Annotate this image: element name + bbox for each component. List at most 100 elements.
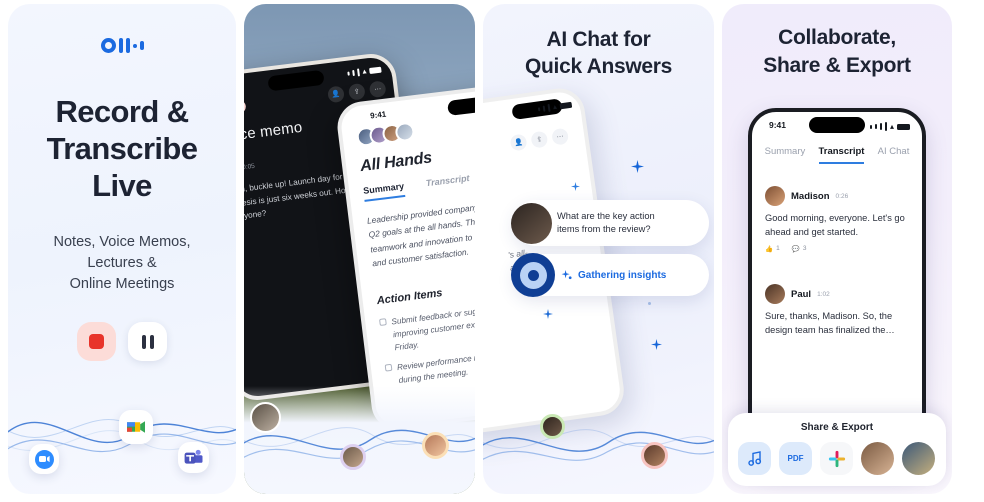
speaker-time: 0:05 xyxy=(244,162,256,172)
like-reaction[interactable]: 👍 1 xyxy=(765,245,780,253)
battery-icon xyxy=(368,66,382,74)
message-header: Madison 0:26 xyxy=(765,186,912,206)
meeting-title: All Hands xyxy=(359,149,433,176)
phone-notch xyxy=(267,69,325,92)
sparkle-icon xyxy=(561,269,572,279)
ai-chat-question-bubble: What are the key action items from the r… xyxy=(511,200,709,246)
tab-transcript[interactable]: Transcript xyxy=(818,146,865,164)
record-button[interactable] xyxy=(77,322,116,361)
page-title: Record & Transcribe Live xyxy=(46,94,198,203)
avatar xyxy=(250,402,281,433)
phone-notch xyxy=(446,94,475,116)
wave-decoration xyxy=(483,429,714,461)
more-icon[interactable]: ⋯ xyxy=(368,80,387,99)
message-text: Sure, thanks, Madison. So, the design te… xyxy=(765,311,895,335)
transcript-message: Paul 1:02 Sure, thanks, Madison. So, the… xyxy=(765,284,912,338)
ai-chat-status-bubble: Gathering insights xyxy=(511,253,709,297)
app-store-screenshot-strip: Record & Transcribe Live Notes, Voice Me… xyxy=(0,0,984,502)
pause-bar-1-icon xyxy=(141,334,146,349)
teams-glyph xyxy=(184,449,203,464)
wifi-icon: ▴ xyxy=(361,66,367,76)
add-person-icon[interactable]: 👤 xyxy=(327,85,345,104)
pause-button[interactable] xyxy=(128,322,167,361)
message-timestamp: 1:02 xyxy=(817,290,830,298)
avatar xyxy=(511,203,552,244)
battery-icon xyxy=(559,101,573,109)
logo-ring xyxy=(100,38,116,53)
tab-summary[interactable]: Summary xyxy=(362,180,406,202)
page-title: AI Chat for Quick Answers xyxy=(524,28,673,79)
speaker-name: Paul xyxy=(791,288,812,300)
share-icon[interactable]: ⇪ xyxy=(347,82,366,101)
sparkle-icon xyxy=(631,160,644,173)
action-item-text: Submit feedback or suggestions for impro… xyxy=(390,302,475,353)
tab-ai-chat[interactable]: AI Chat xyxy=(878,146,910,164)
message-text: Good morning, everyone. Let's go ahead a… xyxy=(765,213,905,237)
speaker-name: Madison xyxy=(791,190,830,202)
more-icon[interactable]: ⋯ xyxy=(551,127,570,146)
google-meet-glyph xyxy=(127,421,145,433)
action-item[interactable]: Submit feedback or suggestions for impro… xyxy=(379,297,475,356)
checkbox-icon[interactable] xyxy=(379,318,387,326)
avatar[interactable] xyxy=(861,442,894,475)
checkbox-icon[interactable] xyxy=(384,363,393,372)
wifi-icon: ▴ xyxy=(889,122,894,131)
pause-bar-2-icon xyxy=(149,334,154,349)
otter-avatar-icon xyxy=(511,253,555,297)
logo-bar-1 xyxy=(118,38,123,53)
comment-reaction[interactable]: 💬 3 xyxy=(792,245,807,253)
like-count: 1 xyxy=(776,245,780,253)
wifi-icon: ▴ xyxy=(552,101,558,112)
summary-text: Leadership provided company updates and … xyxy=(366,196,475,269)
battery-icon xyxy=(897,123,910,130)
recording-timer-badge: 00:14 xyxy=(244,99,247,117)
tab-bar: Summary Transcript AI Chat xyxy=(752,146,922,164)
panel-record-transcribe: Record & Transcribe Live Notes, Voice Me… xyxy=(8,4,236,494)
voice-memo-title: Voice memo xyxy=(244,118,304,146)
logo-bar-2 xyxy=(125,38,130,53)
speaker-row: 0:05 xyxy=(244,159,256,178)
pdf-export-icon[interactable]: PDF xyxy=(779,442,812,475)
microsoft-teams-icon[interactable] xyxy=(178,442,209,473)
avatar xyxy=(641,442,668,469)
share-icon[interactable]: ⇪ xyxy=(530,130,549,149)
avatar xyxy=(765,284,785,304)
message-reactions: 👍 1 💬 3 xyxy=(765,245,912,253)
page-subtitle: Notes, Voice Memos, Lectures & Online Me… xyxy=(53,234,191,293)
zoom-glyph xyxy=(34,449,54,469)
status-icons: ▴ xyxy=(347,65,382,78)
sheet-title: Share & Export xyxy=(800,422,874,433)
avatar xyxy=(765,186,785,206)
tab-transcript[interactable]: Transcript xyxy=(425,173,470,194)
sparkle-icon xyxy=(651,339,662,350)
ai-chat-question-text: What are the key action items from the r… xyxy=(557,210,655,234)
share-export-sheet: Share & Export PDF xyxy=(728,413,946,486)
recording-controls xyxy=(8,322,236,361)
action-items-heading: Action Items xyxy=(376,287,444,308)
avatar xyxy=(340,444,366,470)
ai-chat-status-text: Gathering insights xyxy=(578,269,667,281)
phone-actions: 👤 ⇪ ⋯ xyxy=(509,127,570,152)
logo-dot xyxy=(132,43,137,48)
phone-dynamic-island xyxy=(809,117,865,133)
sparkle-icon xyxy=(543,309,553,319)
music-note-glyph xyxy=(747,451,761,466)
status-time: 9:41 xyxy=(369,109,387,121)
panel-voice-memo-allhands: 9:41 ▴ 00:14 👤 ⇪ ⋯ Voice memo 0:05 Team,… xyxy=(244,4,475,494)
pdf-label: PDF xyxy=(787,454,804,463)
slack-icon[interactable] xyxy=(820,442,853,475)
panel-collaborate-share: Collaborate, Share & Export 9:41 ▴ Summa… xyxy=(722,4,952,494)
google-meet-icon[interactable] xyxy=(119,410,153,444)
avatar[interactable] xyxy=(902,442,935,475)
add-person-icon[interactable]: 👤 xyxy=(509,133,528,152)
tab-summary[interactable]: Summary xyxy=(765,146,806,164)
zoom-icon[interactable] xyxy=(29,444,59,474)
avatar xyxy=(540,414,565,439)
status-time: 9:41 xyxy=(769,120,787,130)
sparkle-icon xyxy=(571,182,580,191)
otter-ai-logo xyxy=(8,38,236,53)
audio-note-icon[interactable] xyxy=(738,442,771,475)
dot-decoration xyxy=(648,302,651,305)
message-header: Paul 1:02 xyxy=(765,284,912,304)
sheet-actions: PDF xyxy=(738,442,936,475)
